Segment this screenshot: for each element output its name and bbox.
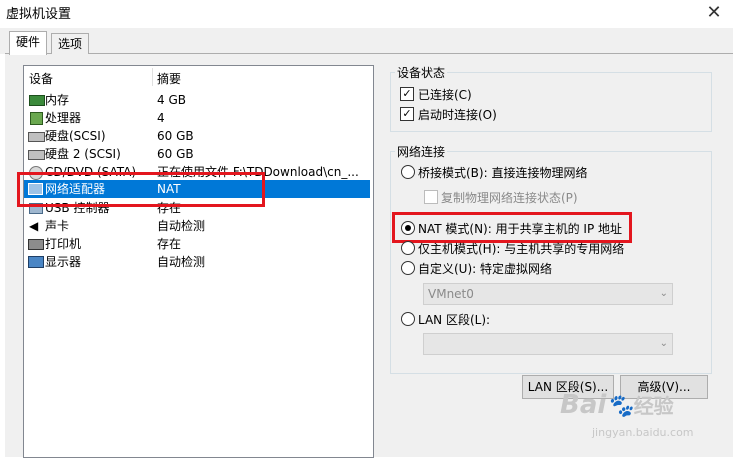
window-title: 虚拟机设置 (6, 7, 72, 22)
device-summary: 4 (157, 111, 165, 125)
column-header-device[interactable]: 设备 (29, 70, 53, 87)
bridged-label[interactable]: 桥接模式(B): 直接连接物理网络 (418, 164, 587, 181)
chevron-down-icon: ⌄ (659, 338, 668, 349)
close-icon[interactable]: ✕ (702, 2, 726, 24)
device-summary: 自动检测 (157, 255, 206, 269)
list-item[interactable]: 硬盘 2 (SCSI) 60 GB (24, 145, 370, 163)
connected-checkbox[interactable]: ✓ (400, 87, 414, 101)
list-item[interactable]: 显示器 自动检测 (24, 253, 370, 271)
lan-segment-radio[interactable] (401, 312, 415, 326)
list-item[interactable]: 处理器 4 (24, 109, 370, 127)
device-summary: 存在 (157, 237, 182, 251)
disk-icon (28, 132, 45, 142)
device-summary: 60 GB (157, 147, 194, 161)
device-name: 显示器 (45, 255, 82, 269)
connect-at-power-on-checkbox[interactable]: ✓ (400, 107, 414, 121)
speaker-icon: ◀ (29, 219, 39, 233)
watermark-logo: Bai🐾经验 (560, 390, 674, 420)
device-summary: 60 GB (157, 129, 194, 143)
column-header-summary[interactable]: 摘要 (157, 70, 181, 87)
connected-label[interactable]: 已连接(C) (418, 86, 472, 103)
device-name: 内存 (45, 93, 70, 107)
lan-segment-select[interactable]: ⌄ (423, 333, 673, 355)
chevron-down-icon: ⌄ (659, 288, 668, 299)
list-item[interactable]: ◀ 声卡 自动检测 (24, 217, 370, 235)
replicate-state-checkbox[interactable] (424, 190, 438, 204)
tab-hardware[interactable]: 硬件 (9, 31, 48, 55)
device-status-title: 设备状态 (395, 64, 448, 81)
cpu-icon (30, 112, 43, 125)
tab-strip (0, 28, 733, 54)
lan-segment-label[interactable]: LAN 区段(L): (418, 311, 490, 328)
device-name: 打印机 (45, 237, 82, 251)
column-divider[interactable] (152, 68, 153, 86)
replicate-state-label[interactable]: 复制物理网络连接状态(P) (441, 189, 578, 206)
bridged-radio[interactable] (401, 165, 415, 179)
custom-network-value: VMnet0 (428, 287, 474, 301)
monitor-icon (28, 256, 44, 268)
device-summary: 4 GB (157, 93, 186, 107)
highlight-box (392, 212, 632, 243)
title-bar (0, 0, 733, 28)
list-item[interactable]: 内存 4 GB (24, 91, 370, 109)
disk-icon (28, 150, 45, 160)
device-name: 处理器 (45, 111, 82, 125)
device-name: 硬盘(SCSI) (45, 129, 106, 143)
memory-icon (29, 95, 45, 106)
custom-network-select[interactable]: VMnet0 ⌄ (423, 283, 673, 305)
highlight-box (17, 172, 265, 207)
host-only-label[interactable]: 仅主机模式(H): 与主机共享的专用网络 (418, 240, 624, 257)
device-name: 硬盘 2 (SCSI) (45, 147, 121, 161)
list-item[interactable]: 打印机 存在 (24, 235, 370, 253)
printer-icon (28, 239, 44, 250)
device-summary: 自动检测 (157, 219, 206, 233)
network-connection-title: 网络连接 (395, 143, 448, 160)
connect-at-power-on-label[interactable]: 启动时连接(O) (418, 106, 497, 123)
list-item[interactable]: 硬盘(SCSI) 60 GB (24, 127, 370, 145)
custom-radio[interactable] (401, 261, 415, 275)
custom-label[interactable]: 自定义(U): 特定虚拟网络 (418, 260, 552, 277)
device-name: 声卡 (45, 219, 70, 233)
watermark-url: jingyan.baidu.com (592, 426, 694, 439)
host-only-radio[interactable] (401, 241, 415, 255)
tab-options[interactable]: 选项 (51, 33, 90, 54)
